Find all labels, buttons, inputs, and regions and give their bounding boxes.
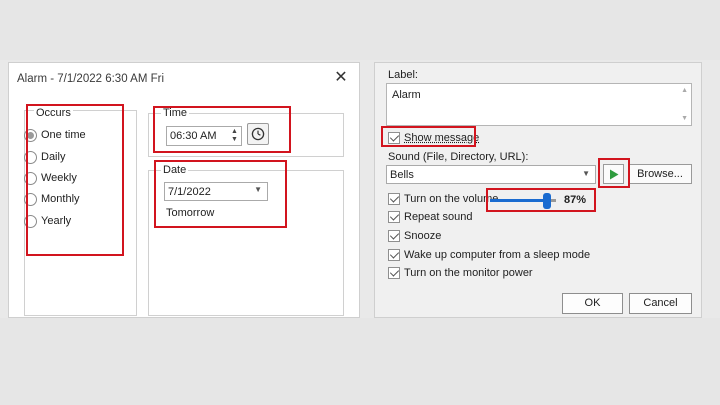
dialog-title: Alarm - 7/1/2022 6:30 AM Fri [17,73,165,85]
time-value: 06:30 AM [170,130,217,142]
snooze-checkbox[interactable]: Snooze [388,229,441,243]
play-icon [609,169,618,179]
radio-label: One time [41,129,86,141]
checkbox[interactable] [388,249,400,261]
scroll-down-icon[interactable]: ▼ [681,115,688,122]
ok-button[interactable]: OK [562,293,623,314]
date-relative-label: Tomorrow [166,207,215,219]
radio-one-time[interactable]: One time [24,127,86,143]
close-icon[interactable]: ✕ [332,69,350,87]
radio-button[interactable] [24,128,37,142]
checkbox-label: Snooze [404,230,442,242]
date-picker[interactable]: 7/1/2022 ▼ [164,182,268,201]
checkbox[interactable] [388,211,400,223]
spinner-arrows-icon[interactable]: ▲ ▼ [230,128,239,144]
occurs-legend: Occurs [34,107,73,119]
time-input[interactable]: 06:30 AM ▲ ▼ [166,126,242,146]
sound-value: Bells [390,169,414,181]
radio-button[interactable] [24,150,37,164]
repeat-sound-checkbox[interactable]: Repeat sound [388,210,473,224]
checkbox[interactable] [388,132,400,144]
frame-top [0,0,720,60]
date-legend: Date [161,164,189,176]
volume-checkbox[interactable]: Turn on the volume [388,192,498,206]
browse-button[interactable]: Browse... [628,164,692,184]
radio-weekly[interactable]: Weekly [24,170,77,186]
volume-percent: 87% [564,194,587,206]
radio-label: Monthly [41,193,80,205]
checkbox[interactable] [388,230,400,242]
radio-button[interactable] [24,171,37,185]
checkbox-label: Repeat sound [404,211,473,223]
radio-label: Weekly [41,172,77,184]
play-sound-button[interactable] [603,164,624,184]
checkbox[interactable] [388,267,400,279]
volume-slider-fill [490,199,548,202]
date-value: 7/1/2022 [168,186,211,198]
clock-icon [251,127,265,141]
checkbox-label: Wake up computer from a sleep mode [404,249,591,261]
show-message-checkbox[interactable]: Show message [388,131,479,145]
sound-caption: Sound (File, Directory, URL): [388,151,529,163]
checkbox-label: Show message [404,132,480,144]
monitor-power-checkbox[interactable]: Turn on the monitor power [388,266,533,280]
radio-button[interactable] [24,214,37,228]
volume-slider-thumb[interactable] [543,193,552,209]
radio-label: Yearly [41,215,72,227]
wake-up-checkbox[interactable]: Wake up computer from a sleep mode [388,248,590,262]
checkbox[interactable] [388,193,400,205]
sound-combo[interactable]: Bells ▼ [386,165,596,184]
radio-daily[interactable]: Daily [24,149,65,165]
clock-button[interactable] [247,123,269,145]
scroll-up-icon[interactable]: ▲ [681,87,688,94]
label-input[interactable]: Alarm ▲ ▼ [386,83,692,126]
cancel-button[interactable]: Cancel [629,293,692,314]
radio-button[interactable] [24,192,37,206]
frame-bottom [0,318,720,405]
label-value: Alarm [392,89,421,101]
label-caption: Label: [388,69,418,81]
time-legend: Time [161,107,190,119]
radio-yearly[interactable]: Yearly [24,213,71,229]
dropdown-arrow-icon[interactable]: ▼ [582,169,590,178]
dropdown-arrow-icon[interactable]: ▼ [254,185,262,194]
radio-label: Daily [41,151,66,163]
checkbox-label: Turn on the volume [404,193,499,205]
checkbox-label: Turn on the monitor power [404,267,533,279]
radio-monthly[interactable]: Monthly [24,191,80,207]
